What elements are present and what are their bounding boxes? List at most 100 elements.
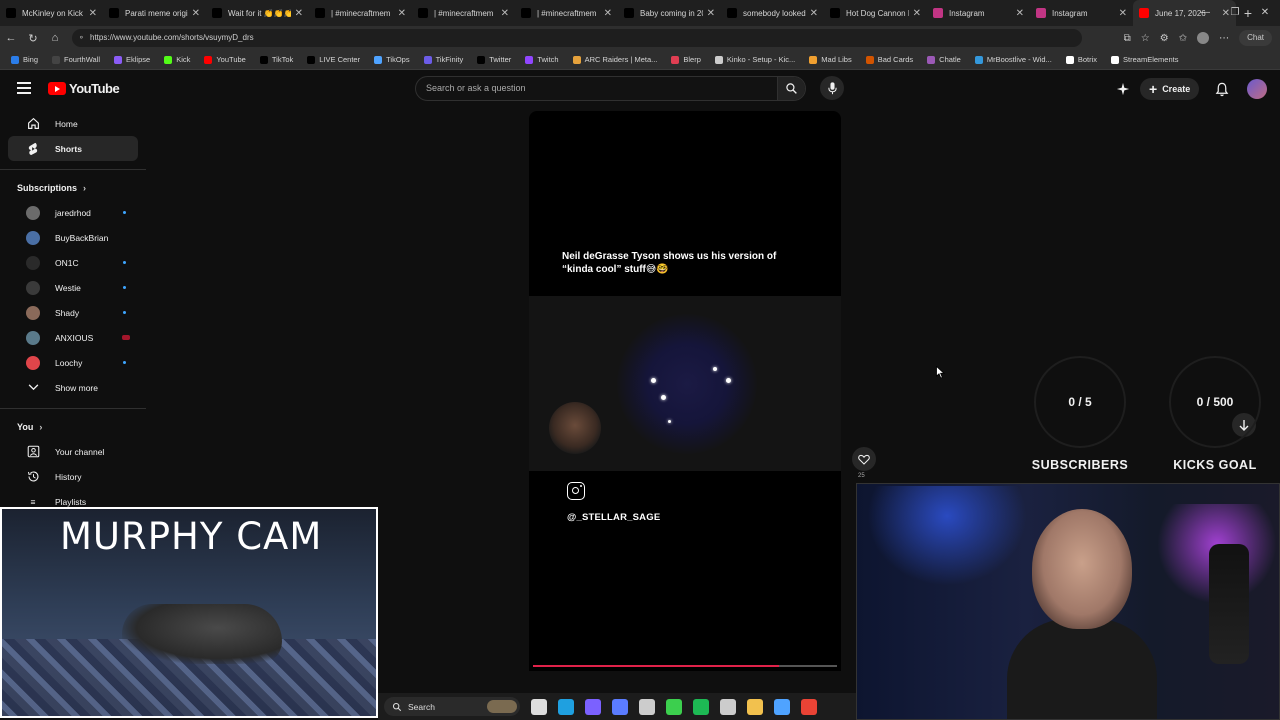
taskbar-search[interactable]: Search bbox=[384, 697, 520, 716]
voice-search-button[interactable] bbox=[820, 76, 844, 100]
heart-icon bbox=[858, 454, 870, 465]
bookmark-item[interactable]: Eklipse bbox=[107, 55, 157, 64]
bookmark-item[interactable]: Bad Cards bbox=[859, 55, 920, 64]
menu-icon[interactable] bbox=[17, 82, 31, 94]
close-tab-icon[interactable]: ✕ bbox=[707, 8, 715, 19]
bookmark-item[interactable]: Mad Libs bbox=[802, 55, 858, 64]
browser-tab[interactable]: Instagram ✕ bbox=[1030, 0, 1133, 26]
favorites-icon[interactable]: ✩ bbox=[1179, 33, 1187, 44]
sidebar-item-subscription[interactable]: ANXIOUS bbox=[8, 325, 138, 350]
show-more-button[interactable]: Show more bbox=[8, 375, 138, 400]
copilot-icon[interactable] bbox=[585, 698, 601, 715]
browser-tab[interactable]: | #minecraftmem ✕ bbox=[412, 0, 515, 26]
video-progress-bar[interactable] bbox=[533, 665, 837, 667]
edge-icon[interactable] bbox=[558, 698, 574, 715]
close-window-icon[interactable]: ✕ bbox=[1250, 0, 1280, 26]
bookmark-item[interactable]: TikTok bbox=[253, 55, 300, 64]
search-box[interactable]: Search or ask a question bbox=[415, 76, 806, 101]
url-field[interactable]: ⚬ https://www.youtube.com/shorts/vsuymyD… bbox=[72, 29, 1082, 47]
sidebar-item-history[interactable]: History bbox=[8, 464, 138, 489]
bookmark-item[interactable]: LIVE Center bbox=[300, 55, 367, 64]
restore-icon[interactable]: ❐ bbox=[1220, 0, 1250, 26]
sidebar-item-subscription[interactable]: jaredrhod bbox=[8, 200, 138, 225]
bookmark-item[interactable]: TikOps bbox=[367, 55, 416, 64]
close-tab-icon[interactable]: ✕ bbox=[913, 8, 921, 19]
minimize-icon[interactable]: — bbox=[1190, 0, 1220, 26]
bookmark-item[interactable]: Bing bbox=[4, 55, 45, 64]
browser-tab[interactable]: Wait for it 👏👏👏 ✕ bbox=[206, 0, 309, 26]
bookmark-item[interactable]: Blerp bbox=[664, 55, 708, 64]
you-header[interactable]: You › bbox=[0, 415, 146, 439]
chrome-icon[interactable] bbox=[801, 698, 817, 715]
browser-tab[interactable]: somebody looked a ✕ bbox=[721, 0, 824, 26]
close-tab-icon[interactable]: ✕ bbox=[604, 8, 612, 19]
browser-tab[interactable]: Hot Dog Cannon N ✕ bbox=[824, 0, 927, 26]
install-app-icon[interactable]: ⧉ bbox=[1124, 33, 1131, 44]
cube-app-icon[interactable] bbox=[720, 698, 736, 715]
reload-icon[interactable]: ↻ bbox=[22, 32, 44, 45]
sidebar-item-subscription[interactable]: Westie bbox=[8, 275, 138, 300]
youtube-logo-text: YouTube bbox=[69, 81, 120, 96]
bookmark-item[interactable]: ARC Raiders | Meta... bbox=[566, 55, 665, 64]
subscriptions-header[interactable]: Subscriptions › bbox=[0, 176, 146, 200]
sidebar-item-subscription[interactable]: Shady bbox=[8, 300, 138, 325]
account-avatar[interactable] bbox=[1247, 79, 1268, 99]
create-button[interactable]: + Create bbox=[1140, 78, 1200, 100]
close-tab-icon[interactable]: ✕ bbox=[295, 8, 303, 19]
browser-tab[interactable]: Baby coming in 203 ✕ bbox=[618, 0, 721, 26]
sidebar-item-subscription[interactable]: ON1C bbox=[8, 250, 138, 275]
bookmark-item[interactable]: Botrix bbox=[1059, 55, 1104, 64]
youtube-logo[interactable]: YouTube bbox=[48, 81, 120, 96]
close-tab-icon[interactable]: ✕ bbox=[192, 8, 200, 19]
browser-tab[interactable]: Parati meme original ✕ bbox=[103, 0, 206, 26]
close-tab-icon[interactable]: ✕ bbox=[398, 8, 406, 19]
folder-icon[interactable] bbox=[747, 698, 763, 715]
close-tab-icon[interactable]: ✕ bbox=[1016, 8, 1024, 19]
extensions-icon[interactable]: ⚙ bbox=[1160, 33, 1169, 44]
site-info-icon[interactable]: ⚬ bbox=[78, 29, 85, 47]
bookmark-item[interactable]: Twitter bbox=[470, 55, 518, 64]
sidebar-item-subscription[interactable]: Loochy bbox=[8, 350, 138, 375]
sidebar-item-shorts[interactable]: Shorts bbox=[8, 136, 138, 161]
shorts-player[interactable]: Neil deGrasse Tyson shows us his version… bbox=[529, 111, 841, 671]
bookmark-item[interactable]: MrBoostlive - Wid... bbox=[968, 55, 1059, 64]
like-button[interactable] bbox=[852, 447, 876, 471]
notifications-bell-icon[interactable] bbox=[1215, 82, 1229, 97]
task-view-icon[interactable] bbox=[531, 698, 547, 715]
browser-tab[interactable]: Instagram ✕ bbox=[927, 0, 1030, 26]
back-icon[interactable]: ← bbox=[0, 32, 22, 44]
grid-app-icon[interactable] bbox=[612, 698, 628, 715]
home-icon[interactable]: ⌂ bbox=[44, 32, 66, 44]
close-tab-icon[interactable]: ✕ bbox=[810, 8, 818, 19]
profile-avatar[interactable] bbox=[1197, 32, 1210, 44]
bookmark-item[interactable]: StreamElements bbox=[1104, 55, 1185, 64]
ai-sparkle-icon[interactable] bbox=[1116, 82, 1130, 96]
bookmark-star-icon[interactable]: ☆ bbox=[1141, 33, 1150, 44]
murphy-cam-title: MURPHY CAM bbox=[60, 515, 323, 558]
more-menu-icon[interactable]: ⋯ bbox=[1219, 33, 1229, 44]
spotify-icon[interactable] bbox=[693, 698, 709, 715]
close-tab-icon[interactable]: ✕ bbox=[501, 8, 509, 19]
sidebar-item-your-channel[interactable]: Your channel bbox=[8, 439, 138, 464]
browser-tab[interactable]: McKinley on Kick (M ✕ bbox=[0, 0, 103, 26]
bookmark-item[interactable]: Kinko - Setup - Kic... bbox=[708, 55, 802, 64]
sidebar-item-subscription[interactable]: BuyBackBrian bbox=[8, 225, 138, 250]
browser-tab[interactable]: | #minecraftmem ✕ bbox=[309, 0, 412, 26]
bookmark-item[interactable]: Kick bbox=[157, 55, 197, 64]
chat-button[interactable]: Chat bbox=[1239, 30, 1272, 46]
live-indicator bbox=[123, 361, 126, 364]
xbox-icon[interactable] bbox=[639, 698, 655, 715]
close-tab-icon[interactable]: ✕ bbox=[1119, 8, 1127, 19]
close-tab-icon[interactable]: ✕ bbox=[89, 8, 97, 19]
browser-tab[interactable]: | #minecraftmem ✕ bbox=[515, 0, 618, 26]
bookmark-item[interactable]: Twitch bbox=[518, 55, 565, 64]
green-app-icon[interactable] bbox=[666, 698, 682, 715]
bookmark-item[interactable]: FourthWall bbox=[45, 55, 107, 64]
sidebar-item-home[interactable]: Home bbox=[8, 111, 138, 136]
bookmark-item[interactable]: TikFinity bbox=[417, 55, 471, 64]
channel-avatar bbox=[26, 355, 40, 370]
search-button[interactable] bbox=[777, 77, 805, 100]
notes-app-icon[interactable] bbox=[774, 698, 790, 715]
bookmark-item[interactable]: Chatle bbox=[920, 55, 968, 64]
bookmark-item[interactable]: YouTube bbox=[197, 55, 252, 64]
